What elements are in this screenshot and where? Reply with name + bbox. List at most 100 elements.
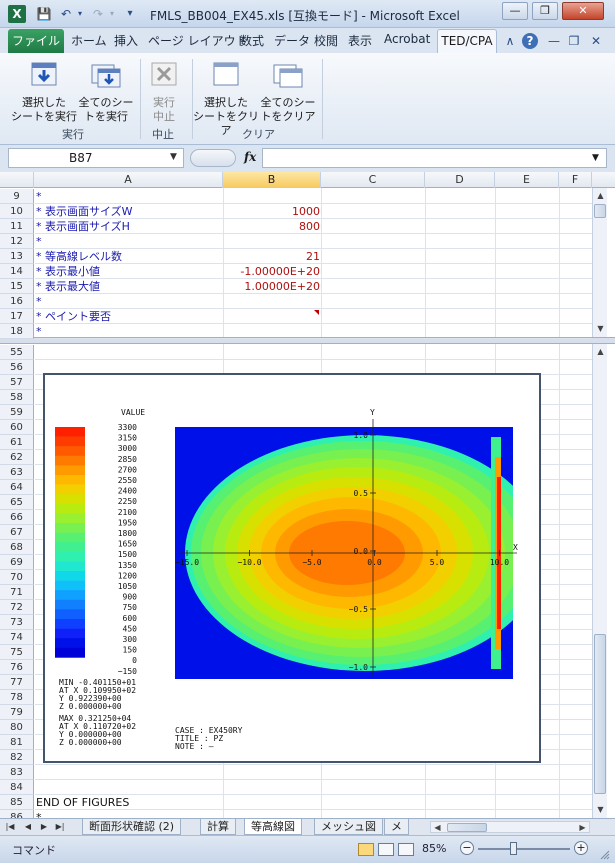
- row-header[interactable]: 58: [0, 390, 34, 405]
- cell-b[interactable]: 800: [224, 219, 320, 234]
- customize-quick-access-icon[interactable]: ▾: [122, 7, 138, 21]
- column-header-d[interactable]: D: [425, 172, 495, 188]
- zoom-level[interactable]: 85%: [422, 842, 446, 855]
- first-sheet-icon[interactable]: |◀: [4, 821, 16, 833]
- formula-input[interactable]: [262, 148, 607, 168]
- insert-function-icon[interactable]: fx: [244, 150, 256, 164]
- undo-dropdown-icon[interactable]: ▾: [72, 7, 88, 21]
- row-header[interactable]: 71: [0, 585, 34, 600]
- comment-indicator[interactable]: [314, 310, 319, 315]
- page-break-view-icon[interactable]: [398, 843, 414, 856]
- cell-a[interactable]: * 表示画面サイズW: [36, 204, 133, 219]
- scroll-up-icon[interactable]: ▲: [595, 190, 606, 201]
- row-header[interactable]: 80: [0, 720, 34, 735]
- column-header-e[interactable]: E: [495, 172, 559, 188]
- formula-bar-splitter[interactable]: [190, 149, 236, 167]
- sheet-tab[interactable]: 断面形状確認 (2): [82, 819, 182, 835]
- row-header[interactable]: 74: [0, 630, 34, 645]
- row-header[interactable]: 73: [0, 615, 34, 630]
- zoom-slider-thumb[interactable]: [510, 842, 517, 855]
- tab-file[interactable]: ファイル: [8, 29, 64, 53]
- row-header[interactable]: 57: [0, 375, 34, 390]
- sheet-tab[interactable]: メ: [384, 819, 409, 835]
- horizontal-scrollbar[interactable]: ◀ ▶: [430, 821, 590, 833]
- workbook-minimize-icon[interactable]: —: [546, 33, 562, 49]
- row-header[interactable]: 76: [0, 660, 34, 675]
- tab-ted-cpa[interactable]: TED/CPA: [437, 29, 497, 54]
- row-header[interactable]: 81: [0, 735, 34, 750]
- tab-acrobat[interactable]: Acrobat: [384, 32, 430, 46]
- row-header[interactable]: 64: [0, 480, 34, 495]
- row-header[interactable]: 65: [0, 495, 34, 510]
- tab-view[interactable]: 表示: [348, 32, 372, 49]
- scroll-thumb[interactable]: [447, 823, 487, 832]
- row-header[interactable]: 59: [0, 405, 34, 420]
- sheet-tab[interactable]: 計算: [200, 819, 236, 835]
- top-vertical-scrollbar[interactable]: ▲ ▼: [592, 188, 607, 337]
- save-icon[interactable]: 💾: [36, 7, 52, 21]
- cell-a[interactable]: *: [36, 189, 42, 204]
- scroll-down-icon[interactable]: ▼: [595, 804, 606, 815]
- tab-formulas[interactable]: 数式: [240, 32, 264, 49]
- workbook-close-icon[interactable]: ✕: [588, 33, 604, 49]
- page-layout-view-icon[interactable]: [378, 843, 394, 856]
- cell-a[interactable]: * 表示最小値: [36, 264, 100, 279]
- row-header[interactable]: 61: [0, 435, 34, 450]
- row-header[interactable]: 82: [0, 750, 34, 765]
- close-button[interactable]: ✕: [562, 2, 604, 20]
- row-header[interactable]: 56: [0, 360, 34, 375]
- row-header[interactable]: 69: [0, 555, 34, 570]
- restore-button[interactable]: ❐: [532, 2, 558, 20]
- row-header[interactable]: 15: [0, 279, 34, 294]
- run-all-sheets-button[interactable]: 全てのシー トを実行: [78, 61, 134, 123]
- tab-home[interactable]: ホーム: [71, 32, 107, 49]
- tab-insert[interactable]: 挿入: [114, 32, 138, 49]
- sheet-tab-active[interactable]: 等高線図: [244, 819, 302, 835]
- row-header[interactable]: 63: [0, 465, 34, 480]
- expand-formula-bar-icon[interactable]: ▼: [592, 153, 599, 163]
- minimize-ribbon-icon[interactable]: ∧: [502, 33, 518, 49]
- cell-a[interactable]: *: [36, 294, 42, 309]
- tab-page-layout[interactable]: ページ レイアウト: [148, 32, 248, 49]
- worksheet[interactable]: A B C D E F 9 * 10 * 表示画面サイズW 1000 11 * 表示画面サイ…: [0, 172, 615, 825]
- scroll-thumb[interactable]: [594, 204, 606, 218]
- tab-review[interactable]: 校閲: [314, 32, 338, 49]
- row-header[interactable]: 72: [0, 600, 34, 615]
- next-sheet-icon[interactable]: ▶: [38, 821, 50, 833]
- scroll-down-icon[interactable]: ▼: [595, 323, 606, 334]
- chevron-down-icon[interactable]: ▼: [170, 152, 177, 162]
- resize-grip-icon[interactable]: [600, 850, 610, 860]
- row-header[interactable]: 60: [0, 420, 34, 435]
- cell-b[interactable]: 1000: [224, 204, 320, 219]
- row-header[interactable]: 75: [0, 645, 34, 660]
- row-header[interactable]: 79: [0, 705, 34, 720]
- column-header-c[interactable]: C: [321, 172, 425, 188]
- column-header-a[interactable]: A: [34, 172, 223, 188]
- workbook-restore-icon[interactable]: ❐: [566, 33, 582, 49]
- contour-plot-figure[interactable]: VALUE 3300 3150 3000 2850 2700 2550 2400 2250 210…: [43, 373, 541, 763]
- zoom-out-icon[interactable]: −: [460, 841, 474, 855]
- cell-a[interactable]: * 表示画面サイズH: [36, 219, 130, 234]
- row-header[interactable]: 83: [0, 765, 34, 780]
- row-header[interactable]: 68: [0, 540, 34, 555]
- row-header[interactable]: 84: [0, 780, 34, 795]
- excel-icon[interactable]: X: [8, 5, 26, 23]
- minimize-button[interactable]: —: [502, 2, 528, 20]
- cell-a[interactable]: * 等高線レベル数: [36, 249, 122, 264]
- cell-a[interactable]: * ペイント要否: [36, 309, 111, 324]
- stop-execution-button[interactable]: 実行 中止: [136, 61, 192, 123]
- cell-b[interactable]: 1.00000E+20: [224, 279, 320, 294]
- row-header[interactable]: 66: [0, 510, 34, 525]
- row-header[interactable]: 14: [0, 264, 34, 279]
- row-header[interactable]: 12: [0, 234, 34, 249]
- normal-view-icon[interactable]: [358, 843, 374, 856]
- cell-a[interactable]: *: [36, 324, 42, 339]
- tab-data[interactable]: データ: [274, 32, 310, 49]
- row-header[interactable]: 10: [0, 204, 34, 219]
- redo-dropdown-icon[interactable]: ▾: [104, 7, 120, 21]
- cell-a[interactable]: *: [36, 234, 42, 249]
- column-header-f[interactable]: F: [559, 172, 592, 188]
- bottom-vertical-scrollbar[interactable]: ▲ ▼: [592, 344, 607, 818]
- row-header[interactable]: 16: [0, 294, 34, 309]
- prev-sheet-icon[interactable]: ◀: [22, 821, 34, 833]
